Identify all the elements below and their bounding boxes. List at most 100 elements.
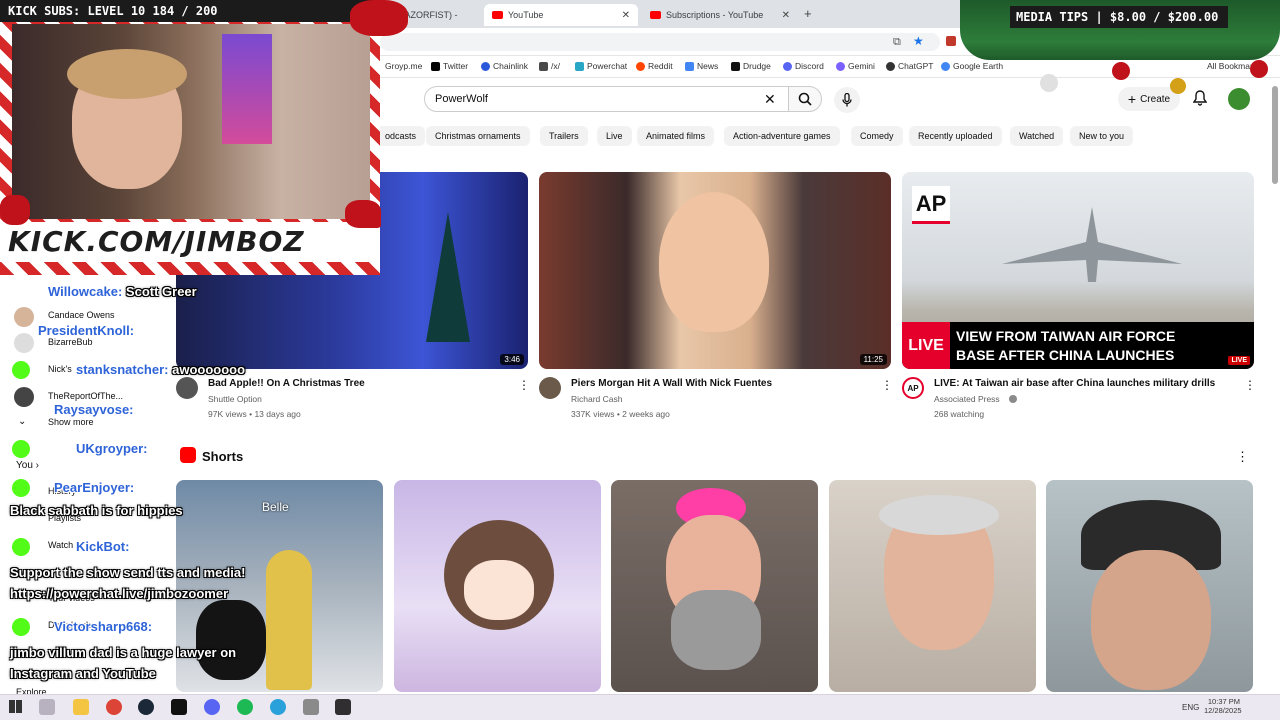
bell-icon [1192,90,1208,106]
show-more-button[interactable]: Show more [48,417,94,427]
hair-image [879,495,999,535]
chip-comedy[interactable]: Comedy [851,126,903,146]
video-thumbnail[interactable]: AP LIVE VIEW FROM TAIWAN AIR FORCE BASE … [902,172,1254,369]
chip-trailers[interactable]: Trailers [540,126,588,146]
short-thumbnail[interactable] [1046,480,1253,692]
search-button[interactable] [788,86,822,112]
chainlink-icon [481,61,490,71]
steam-icon[interactable] [138,699,154,715]
chip-christmas-ornaments[interactable]: Christmas ornaments [426,126,530,146]
chat-message: Willowcake: Scott Greer [48,284,197,299]
chip-new-to-you[interactable]: New to you [1070,126,1134,146]
face-image [1091,550,1211,690]
live-banner-label: LIVE [902,322,950,369]
drudge-icon [731,61,740,71]
gemini-icon [836,61,845,71]
page-scrollbar[interactable] [1272,86,1278,184]
bookmark-discord[interactable]: Discord [783,61,824,71]
bookmark-reddit[interactable]: Reddit [636,61,673,71]
video-meta: 97K views • 13 days ago [208,409,301,419]
obs-icon[interactable] [335,699,351,715]
sidebar-sub-item[interactable]: TheReportOfThe... [48,391,123,401]
close-tab-icon[interactable]: ✕ [782,10,790,21]
file-explorer-icon[interactable] [73,699,89,715]
channel-avatar[interactable] [14,387,34,407]
bookmark-drudge[interactable]: Drudge [731,61,771,71]
discord-icon[interactable] [204,699,220,715]
app-icon[interactable] [303,699,319,715]
url-field[interactable] [380,33,940,51]
chip-recently-uploaded[interactable]: Recently uploaded [909,126,1002,146]
short-thumbnail[interactable] [611,480,818,692]
terminal-icon[interactable] [171,699,187,715]
chip-watched[interactable]: Watched [1010,126,1064,146]
sidebar-sub-item[interactable]: Nick's [48,364,72,374]
clock[interactable]: 10:37 PM 12/28/2025 [1204,697,1242,715]
windows-start-icon[interactable] [9,700,22,713]
spotify-icon[interactable] [237,699,253,715]
sidebar-item-watch-later[interactable]: Watch [48,540,73,550]
bookmark-chatgpt[interactable]: ChatGPT [886,61,933,71]
bookmark-gemini[interactable]: Gemini [836,61,875,71]
video-thumbnail[interactable]: 11:25 [539,172,891,369]
chip-animated-films[interactable]: Animated films [637,126,715,146]
close-tab-icon[interactable]: ✕ [622,10,630,21]
channel-avatar[interactable] [176,377,198,399]
more-options-icon[interactable]: ⋮ [1244,378,1256,392]
bookmark-news[interactable]: News [685,61,718,71]
voice-search-button[interactable] [834,87,860,113]
chip-live[interactable]: Live [597,126,632,146]
face-image [659,192,769,332]
channel-name[interactable]: Shuttle Option [208,394,262,404]
bookmark-chainlink[interactable]: Chainlink [481,61,528,71]
channel-avatar[interactable]: AP [902,377,924,399]
cast-icon[interactable]: ⧉ [893,36,901,49]
search-input[interactable]: PowerWolf [424,86,790,112]
short-thumbnail[interactable] [829,480,1036,692]
notifications-button[interactable] [1192,90,1208,111]
short-overlay-text: Belle [262,500,289,514]
more-options-icon[interactable]: ⋮ [881,378,893,392]
channel-avatar[interactable] [14,333,34,353]
more-options-icon[interactable]: ⋮ [518,378,530,392]
ornament-decoration [1250,60,1268,78]
sidebar-sub-item[interactable]: BizarreBub [48,337,93,347]
bookmark-groyp[interactable]: Groyp.me [385,61,422,71]
chrome-icon[interactable] [106,699,122,715]
kick-badge-icon [12,618,30,636]
x-logo-icon [431,61,440,71]
language-indicator[interactable]: ENG [1182,703,1199,712]
tab-label: Subscriptions - YouTube [666,10,764,20]
sidebar-you-heading[interactable]: You › [16,460,39,471]
sidebar-sub-item[interactable]: Candace Owens [48,310,115,320]
task-view-icon[interactable] [39,699,55,715]
more-options-icon[interactable]: ⋮ [1236,449,1249,465]
extension-icon[interactable] [946,36,956,46]
bookmark-star-icon[interactable]: ★ [913,34,924,48]
led-lights-image [222,34,272,144]
clear-search-icon[interactable]: ✕ [764,91,776,108]
video-title[interactable]: Bad Apple!! On A Christmas Tree [208,378,365,389]
chat-message: KickBot: [76,539,130,554]
channel-name[interactable]: Richard Cash [571,394,623,404]
video-title[interactable]: Piers Morgan Hit A Wall With Nick Fuente… [571,378,772,389]
short-thumbnail[interactable] [394,480,601,692]
chip-podcasts[interactable]: odcasts [376,126,426,146]
telegram-icon[interactable] [270,699,286,715]
avatar[interactable] [1228,88,1250,110]
live-headline: VIEW FROM TAIWAN AIR FORCE BASE AFTER CH… [956,328,1176,369]
browser-tab-subscriptions[interactable]: Subscriptions - YouTube ✕ [642,4,798,26]
bookmark-twitter[interactable]: Twitter [431,61,468,71]
new-tab-icon[interactable]: + [804,6,812,21]
video-title[interactable]: LIVE: At Taiwan air base after China lau… [934,378,1215,389]
channel-avatar[interactable] [539,377,561,399]
bookmark-powerchat[interactable]: Powerchat [575,61,627,71]
chat-message: PearEnjoyer: [54,480,135,495]
browser-tab-youtube[interactable]: YouTube ✕ [484,4,638,26]
channel-avatar[interactable] [14,307,34,327]
chip-action-adventure[interactable]: Action-adventure games [724,126,840,146]
channel-name[interactable]: Associated Press [934,394,1000,404]
kick-badge-icon [12,538,30,556]
bookmark-x[interactable]: /x/ [539,61,560,71]
bookmark-google-earth[interactable]: Google Earth [941,61,1003,71]
